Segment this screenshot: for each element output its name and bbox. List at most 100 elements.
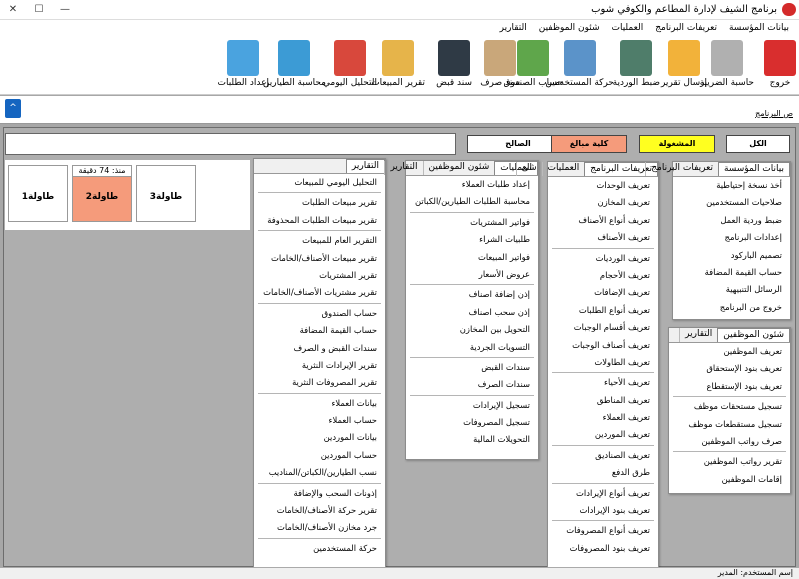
menu-tab[interactable]: التقارير xyxy=(384,161,422,175)
menu-item[interactable]: التحويلات المالية xyxy=(406,431,538,448)
menu-item[interactable]: نسب الطيارين/الكباتن/المناديب xyxy=(254,464,385,481)
menu-item[interactable]: تعريف الصناديق xyxy=(548,447,658,464)
menu-item[interactable]: بيانات العملاء xyxy=(254,395,385,412)
menu-item[interactable]: طلبيات الشراء xyxy=(406,231,538,248)
menu-item[interactable]: تعريف أنواع المصروفات xyxy=(548,522,658,539)
menu-item[interactable]: حركة المستخدمين xyxy=(254,540,385,557)
table-card-busy[interactable]: منذ: 74 دقيقة طاولة2 xyxy=(72,165,132,222)
toolbar-button[interactable]: سند صرف xyxy=(480,40,520,88)
toolbar-button[interactable]: محاسبة الطيارين xyxy=(263,40,326,88)
menu-item[interactable]: فواتير المبيعات xyxy=(406,249,538,266)
menu-item[interactable]: تعريف الورديات xyxy=(548,250,658,267)
menu-definitions[interactable]: تعريفات البرنامج xyxy=(649,20,723,37)
table-card[interactable]: طاولة3 xyxy=(136,165,196,222)
toolbar-button[interactable]: سند قبض xyxy=(436,40,472,88)
menu-item[interactable]: حساب القيمة المضافة xyxy=(254,322,385,339)
menu-item[interactable]: أخذ نسخة إحتياطية xyxy=(673,177,790,194)
menu-item[interactable]: تعريف بنود الإيرادات xyxy=(548,502,658,519)
toolbar-button[interactable]: التحليل اليومي xyxy=(323,40,377,88)
menu-item[interactable]: تعريف الوحدات xyxy=(548,177,658,194)
toolbar-button[interactable]: خروج xyxy=(764,40,796,88)
menu-reports[interactable]: التقارير xyxy=(494,20,533,37)
toolbar-button[interactable]: ضبط الوردية xyxy=(613,40,660,88)
menu-item[interactable]: صرف رواتب الموظفين xyxy=(669,433,790,450)
menu-item[interactable]: تعريف بنود المصروفات xyxy=(548,540,658,557)
menu-item[interactable]: تعريف الأحجام xyxy=(548,267,658,284)
menu-item[interactable]: بيانات الموردين xyxy=(254,429,385,446)
menu-item[interactable]: تصميم الباركود xyxy=(673,247,790,264)
menu-item[interactable]: تعريف الطاولات xyxy=(548,354,658,371)
menu-item[interactable]: التقرير العام للمبيعات xyxy=(254,232,385,249)
menu-item[interactable]: صلاحيات المستخدمين xyxy=(673,194,790,211)
menu-tab[interactable]: التقارير xyxy=(345,159,385,173)
menu-item[interactable]: حساب الموردين xyxy=(254,447,385,464)
toolbar-button[interactable]: تقرير المبيعات xyxy=(371,40,425,88)
menu-hr[interactable]: شئون الموظفين xyxy=(533,20,606,37)
menu-tab[interactable]: شئون الموظفين xyxy=(422,161,495,175)
menu-tab[interactable]: بيانات المؤسسة xyxy=(717,162,790,176)
menu-item[interactable]: تعريف أقسام الوجبات xyxy=(548,319,658,336)
menu-item[interactable]: تقرير رواتب الموظفين xyxy=(669,453,790,470)
menu-tab[interactable]: التقارير xyxy=(679,328,717,342)
menu-item[interactable]: تسجيل المصروفات xyxy=(406,414,538,431)
menu-item[interactable]: حساب القيمة المضافة xyxy=(673,264,790,281)
maximize-button[interactable]: ☐ xyxy=(26,0,52,20)
menu-item[interactable]: تعريف الموظفين xyxy=(669,343,790,360)
menu-item[interactable]: تعريف الموردين xyxy=(548,426,658,443)
toolbar-button[interactable]: إرسال تقرير xyxy=(661,40,707,88)
menu-item[interactable]: التحليل اليومي للمبيعات xyxy=(254,174,385,191)
menu-item[interactable]: تعريف أنواع الإيرادات xyxy=(548,485,658,502)
menu-item[interactable]: سندات الصرف xyxy=(406,376,538,393)
menu-item[interactable]: تقرير المصروفات النثرية xyxy=(254,374,385,391)
menu-item[interactable]: فواتير المشتريات xyxy=(406,214,538,231)
menu-item[interactable]: تقرير مشتريات الأصناف/الخامات xyxy=(254,284,385,301)
filter-all-button[interactable]: الكل xyxy=(726,135,790,153)
menu-item[interactable]: التسويات الجردية xyxy=(406,339,538,356)
menu-item[interactable]: تعريف أنواع الأصناف xyxy=(548,212,658,229)
menu-tab[interactable]: العمليات xyxy=(541,162,585,176)
menu-item[interactable]: تسجيل مستحقات موظف xyxy=(669,398,790,415)
menu-item[interactable]: خروج من البرنامج xyxy=(673,299,790,316)
menu-item[interactable]: حساب العملاء xyxy=(254,412,385,429)
menu-item[interactable]: ضبط وردية العمل xyxy=(673,212,790,229)
menu-tab[interactable]: شئ xyxy=(515,162,542,176)
menu-item[interactable]: سندات القبض و الصرف xyxy=(254,340,385,357)
menu-item[interactable]: الرسائل التنبيهية xyxy=(673,281,790,298)
menu-item[interactable]: تقرير المشتريات xyxy=(254,267,385,284)
menu-item[interactable]: تعريف أصناف الوجبات xyxy=(548,337,658,354)
menu-item[interactable]: تقرير مبيعات الأصناف/الخامات xyxy=(254,250,385,267)
menu-item[interactable]: تعريف العملاء xyxy=(548,409,658,426)
menu-item[interactable]: التحويل بين المخازن xyxy=(406,321,538,338)
toolbar-button[interactable]: إعداد الطلبات xyxy=(218,40,269,88)
menu-item[interactable]: إقامات الموظفين xyxy=(669,471,790,488)
menu-item[interactable]: تعريف المخازن xyxy=(548,194,658,211)
menu-tab[interactable]: شئون الموظفين xyxy=(717,328,790,342)
menu-item[interactable]: تقرير الإيرادات النثرية xyxy=(254,357,385,374)
menu-item[interactable]: إعدادات البرنامج xyxy=(673,229,790,246)
menu-item[interactable]: تقرير حركة الأصناف/الخامات xyxy=(254,502,385,519)
menu-item[interactable]: تعريف المناطق xyxy=(548,392,658,409)
menu-item[interactable]: تعريف بنود الإستحقاق xyxy=(669,360,790,377)
menu-item[interactable]: إذن سحب اصناف xyxy=(406,304,538,321)
menu-item[interactable]: سندات القبض xyxy=(406,359,538,376)
menu-item[interactable]: تعريف الإضافات xyxy=(548,284,658,301)
menu-item[interactable]: تعريف الأحياء xyxy=(548,374,658,391)
filter-total-button[interactable]: كلية مبالغ xyxy=(551,135,627,153)
menu-item[interactable]: تعريف بنود الإستقطاع xyxy=(669,378,790,395)
menu-item[interactable]: تعريف الأصناف xyxy=(548,229,658,246)
menu-item[interactable]: تعريف أنواع الطلبات xyxy=(548,302,658,319)
menu-item[interactable]: تسجيل الإيرادات xyxy=(406,397,538,414)
close-button[interactable]: ✕ xyxy=(0,0,26,20)
menu-item[interactable]: محاسبة الطلبات الطيارين/الكباتن xyxy=(406,193,538,210)
menu-item[interactable]: عروض الأسعار xyxy=(406,266,538,283)
menu-operations[interactable]: العمليات xyxy=(606,20,650,37)
menu-item[interactable]: طرق الدفع xyxy=(548,464,658,481)
menu-item[interactable]: حساب الصندوق xyxy=(254,305,385,322)
minimize-button[interactable]: — xyxy=(52,0,78,20)
toolbar-button[interactable]: حاسبة الضريبة xyxy=(700,40,754,88)
menu-company[interactable]: بيانات المؤسسة xyxy=(723,20,795,37)
menu-item[interactable]: إذونات السحب والإضافة xyxy=(254,485,385,502)
table-card[interactable]: طاولة1 xyxy=(8,165,68,222)
menu-item[interactable]: إذن إضافة اصناف xyxy=(406,286,538,303)
menu-item[interactable]: جرد مخازن الأصناف/الخامات xyxy=(254,519,385,536)
